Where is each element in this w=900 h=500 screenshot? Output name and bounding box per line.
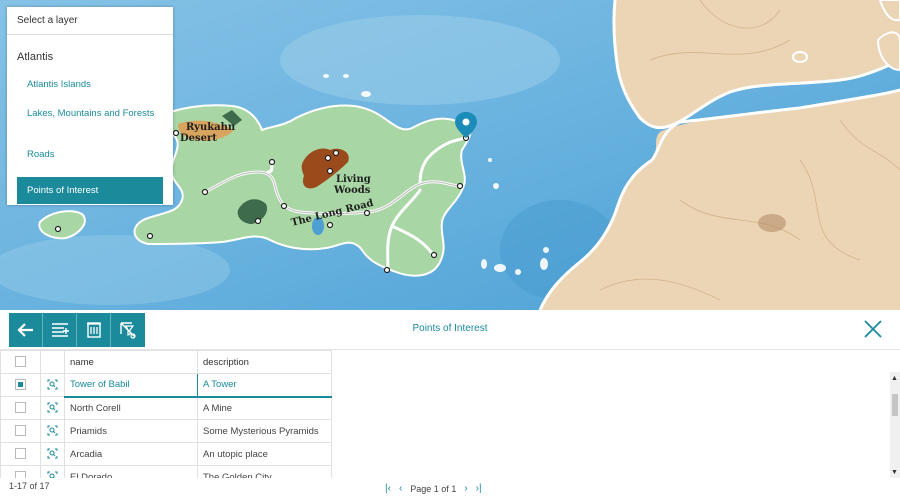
- map-label-woods-1: Living: [336, 174, 371, 185]
- cell-description[interactable]: The Golden City: [197, 465, 332, 478]
- zoom-to-feature-cell[interactable]: [40, 373, 65, 397]
- attribute-grid: name description Tower of Babil A Tower No…: [0, 350, 900, 478]
- row-checkbox[interactable]: [15, 402, 26, 414]
- next-page-icon[interactable]: ›: [464, 483, 467, 494]
- first-page-icon[interactable]: |‹: [385, 483, 391, 494]
- layer-item-points-of-interest[interactable]: Points of Interest: [17, 177, 163, 204]
- zoom-to-feature-icon[interactable]: [47, 379, 58, 390]
- table-row[interactable]: Tower of Babil A Tower: [0, 373, 332, 398]
- zoom-to-feature-icon[interactable]: [47, 402, 58, 413]
- table-row[interactable]: North Corell A Mine: [0, 396, 332, 420]
- attribute-table: name description Tower of Babil A Tower No…: [0, 350, 332, 478]
- zoom-to-feature-cell[interactable]: [40, 442, 65, 466]
- layer-panel: Select a layer Atlantis Atlantis Islands…: [7, 7, 173, 205]
- scroll-down-icon[interactable]: ▼: [891, 469, 898, 477]
- column-header-name[interactable]: name: [64, 350, 198, 374]
- table-row[interactable]: Arcadia An utopic place: [0, 442, 332, 466]
- row-checkbox[interactable]: [15, 379, 26, 391]
- cell-description[interactable]: A Mine: [197, 396, 332, 420]
- layer-item-atlantis-islands[interactable]: Atlantis Islands: [7, 79, 173, 107]
- cell-name[interactable]: El Dorado: [64, 465, 198, 478]
- record-count: 1-17 of 17: [9, 481, 50, 491]
- zoom-to-feature-cell[interactable]: [40, 419, 65, 443]
- row-select-cell[interactable]: [0, 373, 41, 397]
- cell-name[interactable]: Priamids: [64, 419, 198, 443]
- row-select-cell[interactable]: [0, 419, 41, 443]
- row-select-cell[interactable]: [0, 442, 41, 466]
- last-page-icon[interactable]: ›|: [476, 483, 482, 494]
- scroll-thumb[interactable]: [892, 394, 898, 416]
- close-button[interactable]: [864, 320, 882, 338]
- row-select-cell[interactable]: [0, 396, 41, 420]
- grid-scrollbar[interactable]: ▲ ▼: [890, 372, 900, 478]
- cell-description[interactable]: An utopic place: [197, 442, 332, 466]
- cell-name[interactable]: Arcadia: [64, 442, 198, 466]
- map-label-desert-1: Ryukahn: [186, 122, 236, 133]
- zoom-to-feature-icon[interactable]: [47, 425, 58, 436]
- layer-panel-header: Select a layer: [7, 7, 173, 35]
- cell-description[interactable]: Some Mysterious Pyramids: [197, 419, 332, 443]
- close-icon: [864, 320, 882, 338]
- layer-item-lakes-mountains-forests[interactable]: Lakes, Mountains and Forests: [7, 107, 173, 149]
- row-select-cell[interactable]: [0, 465, 41, 478]
- zoom-to-feature-cell[interactable]: [40, 465, 65, 478]
- cell-description[interactable]: A Tower: [197, 373, 332, 398]
- row-checkbox[interactable]: [15, 448, 26, 460]
- layer-item-roads[interactable]: Roads: [7, 149, 173, 177]
- attribute-table-toolbar: Points of Interest: [0, 310, 900, 350]
- pagination: |‹ ‹ Page 1 of 1 › ›|: [385, 483, 482, 494]
- map-label-woods-2: Woods: [333, 185, 371, 196]
- prev-page-icon[interactable]: ‹: [399, 483, 402, 494]
- map-label-desert-2: Desert: [180, 133, 217, 144]
- zoom-column-header: [40, 350, 65, 374]
- zoom-to-feature-cell[interactable]: [40, 396, 65, 420]
- page-indicator: Page 1 of 1: [410, 483, 457, 494]
- column-header-description[interactable]: description: [197, 350, 332, 374]
- toolbar-title: Points of Interest: [412, 323, 488, 334]
- table-row[interactable]: El Dorado The Golden City: [0, 465, 332, 478]
- row-checkbox[interactable]: [15, 425, 26, 437]
- layer-group-title: Atlantis: [17, 51, 54, 63]
- cell-name[interactable]: North Corell: [64, 396, 198, 420]
- table-header-row: name description: [0, 350, 332, 374]
- table-row[interactable]: Priamids Some Mysterious Pyramids: [0, 419, 332, 443]
- grid-footer: 1-17 of 17 |‹ ‹ Page 1 of 1 › ›|: [0, 478, 900, 500]
- zoom-to-feature-icon[interactable]: [47, 448, 58, 459]
- select-all-checkbox[interactable]: [15, 356, 26, 368]
- scroll-up-icon[interactable]: ▲: [891, 375, 898, 383]
- select-all-cell[interactable]: [0, 350, 41, 374]
- cell-name[interactable]: Tower of Babil: [64, 373, 198, 398]
